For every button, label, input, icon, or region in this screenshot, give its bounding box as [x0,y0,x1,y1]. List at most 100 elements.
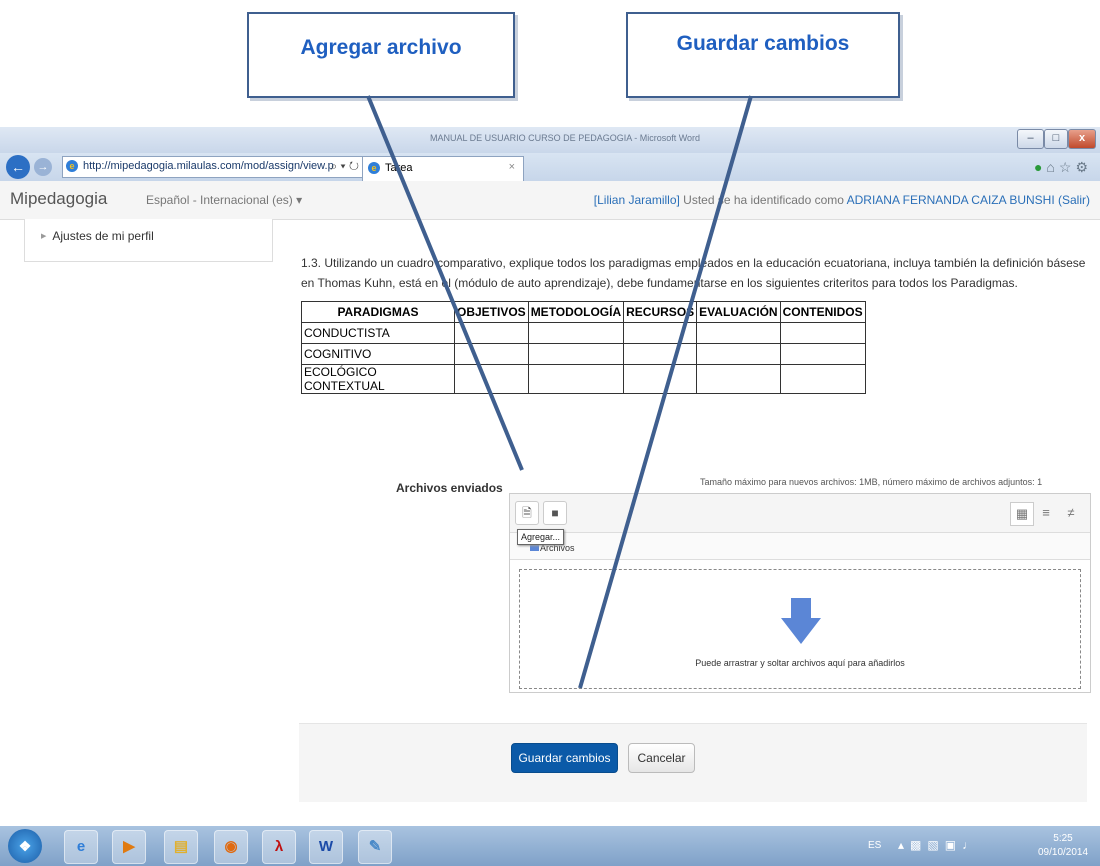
table-header: EVALUACIÓN [696,301,781,323]
address-url[interactable]: http://mipedagogia.milaulas.com/mod/assi… [83,160,334,172]
favorites-star-icon[interactable]: ☆ [1059,159,1076,175]
table-header: OBJETIVOS [454,301,529,323]
tab-ie-icon: e [368,162,380,174]
sidebar-block: Ajustes de mi perfil [24,219,273,262]
taskbar-firefox-button[interactable]: ◉ [214,830,248,864]
table-row: ECOLÓGICO CONTEXTUAL [301,364,866,394]
arrow-right-icon: → [37,161,49,173]
grid-icon: ▦ [1015,506,1029,521]
table-cell: ECOLÓGICO CONTEXTUAL [301,364,455,394]
home-icon[interactable]: ⌂ [1046,159,1058,175]
language-selector[interactable]: Español - Internacional (es) ▾ [146,193,302,207]
login-text: Usted se ha identificado como [679,193,847,207]
table-header: PARADIGMAS [301,301,455,323]
clock-time: 5:25 [1053,833,1073,844]
view-tree-button[interactable]: ≠ [1060,502,1082,524]
taskbar-media-button[interactable]: ▶ [112,830,146,864]
callout-agregar-label: Agregar archivo [300,36,462,59]
table-cell [454,364,529,394]
input-language[interactable]: ES [868,840,881,851]
browser-tab[interactable]: e Tarea × [362,156,524,181]
cancel-button[interactable]: Cancelar [628,743,695,773]
max-file-info: Tamaño máximo para nuevos archivos: 1MB,… [700,477,1043,487]
table-cell [527,364,625,394]
table-cell [696,364,781,394]
minimize-button[interactable]: – [1017,129,1044,149]
window-titlebar: MANUAL DE USUARIO CURSO DE PEDAGOGIA - M… [0,127,1100,153]
site-header: Mipedagogia Español - Internacional (es)… [0,181,1100,220]
site-brand[interactable]: Mipedagogia [10,189,107,209]
user-profile-link[interactable]: ADRIANA FERNANDA CAIZA BUNSHI [847,193,1055,207]
address-controls[interactable]: ⌕ ▾ ↻ [330,159,359,174]
paint-icon: ✎ [368,838,382,855]
table-cell: CONDUCTISTA [301,322,455,344]
tab-close-icon[interactable]: × [509,161,515,173]
firefox-icon: ◉ [224,838,238,855]
table-cell: COGNITIVO [301,343,455,365]
table-cell [454,322,529,344]
back-button[interactable]: ← [6,155,30,179]
power-icon[interactable]: ▧ [927,838,944,852]
close-window-button[interactable]: x [1068,129,1096,149]
folder-small-icon [530,544,539,551]
form-actions: Guardar cambios Cancelar [299,723,1087,802]
address-bar[interactable]: e http://mipedagogia.milaulas.com/mod/as… [62,156,364,178]
drop-instructions: Puede arrastrar y soltar archivos aquí p… [695,658,905,668]
network-icon[interactable]: ▩ [910,838,927,852]
table-cell [527,322,625,344]
tray-icons[interactable]: ▴▩▧▣♩ [898,838,980,852]
table-cell [696,322,781,344]
word-icon: W [318,838,334,855]
start-button[interactable]: ❖ [8,829,42,863]
taskbar-paint-button[interactable]: ✎ [358,830,392,864]
window-title: MANUAL DE USUARIO CURSO DE PEDAGOGIA - M… [430,133,701,143]
create-folder-button[interactable]: ■ [543,501,567,525]
login-info: [Lilian Jaramillo] Usted se ha identific… [594,193,1090,207]
arrow-down-icon [781,598,821,644]
logout-link[interactable]: (Salir) [1058,193,1090,207]
file-manager-toolbar: 🗎 ■ ▦ ≡ ≠ [510,494,1090,533]
browser-toolbar: ← → e http://mipedagogia.milaulas.com/mo… [0,153,1100,182]
table-cell [623,364,698,394]
taskbar-word-button[interactable]: W [309,830,343,864]
volume-icon[interactable]: ♩ [962,838,980,852]
files-label: Archivos enviados [396,481,503,495]
file-path-bar: Archivos [510,533,1090,560]
view-icons-button[interactable]: ▦ [1010,502,1034,526]
table-header: RECURSOS [623,301,698,323]
paradigms-table: PARADIGMAS OBJETIVOS METODOLOGÍA RECURSO… [301,301,866,394]
windows-logo-icon: ❖ [18,838,32,854]
add-tooltip: Agregar... [517,529,565,545]
taskbar-ie-button[interactable]: e [64,830,98,864]
login-as-user-link[interactable]: [Lilian Jaramillo] [594,193,680,207]
taskbar-acrobat-button[interactable]: λ [262,830,296,864]
show-hidden-icons-icon[interactable]: ▴ [898,838,910,852]
arrow-left-icon: ← [11,159,25,175]
table-row: CONDUCTISTA [301,322,866,344]
file-manager: 🗎 ■ ▦ ≡ ≠ Archivos Agregar... Puede arra… [509,493,1091,693]
display-icon[interactable]: ▣ [945,838,962,852]
table-cell [779,322,866,344]
table-row: COGNITIVO [301,343,866,365]
table-header: CONTENIDOS [779,301,866,323]
callout-guardar-cambios: Guardar cambios [626,12,900,98]
tab-title: Tarea [385,162,413,174]
gear-icon[interactable]: ⚙ [1075,159,1092,175]
internet-explorer-icon: e [76,838,86,855]
forward-button[interactable]: → [34,158,52,176]
taskbar-explorer-button[interactable]: ▤ [164,830,198,864]
view-list-button[interactable]: ≡ [1035,502,1057,524]
drop-zone[interactable]: Puede arrastrar y soltar archivos aquí p… [519,569,1081,689]
browser-toolbar-icons[interactable]: ●⌂☆⚙ [1034,159,1092,176]
table-cell [527,343,625,365]
add-file-button[interactable]: 🗎 [515,501,539,525]
table-cell [779,364,866,394]
table-cell [623,343,698,365]
taskbar-clock[interactable]: 5:25 09/10/2014 [1038,832,1088,860]
add-file-icon: 🗎 [522,506,532,520]
feedback-icon[interactable]: ● [1034,159,1046,175]
sidebar-item-profile-settings[interactable]: Ajustes de mi perfil [41,229,153,243]
save-button[interactable]: Guardar cambios [511,743,618,773]
media-player-icon: ▶ [123,838,135,855]
maximize-button[interactable]: □ [1044,129,1068,149]
